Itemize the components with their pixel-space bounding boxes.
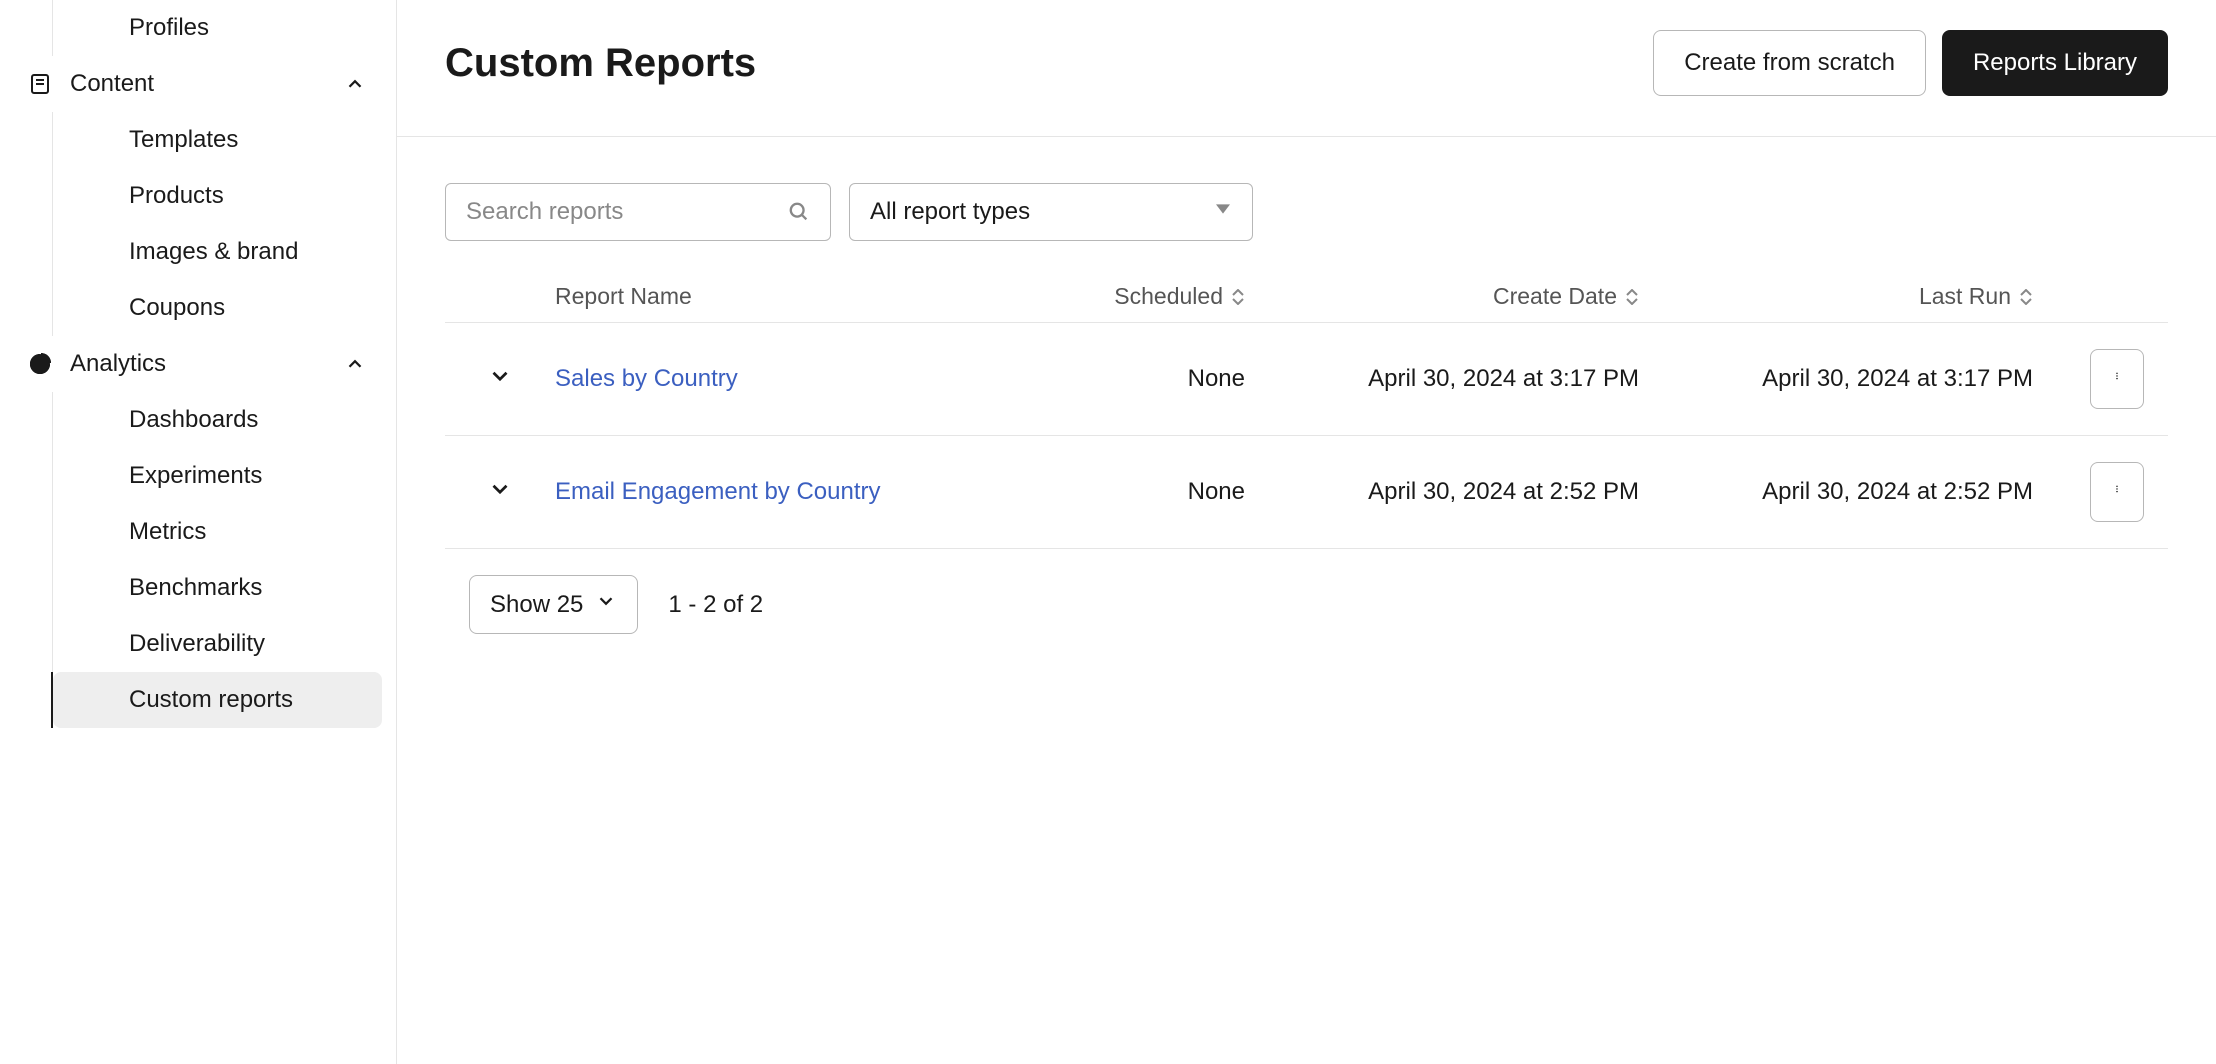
expand-row-toggle[interactable] xyxy=(487,363,513,396)
sort-icon xyxy=(2019,287,2033,307)
cell-create-date: April 30, 2024 at 2:52 PM xyxy=(1245,478,1639,506)
sidebar-item-label: Coupons xyxy=(129,294,225,322)
sidebar: Profiles Content Templates xyxy=(0,0,397,1064)
sidebar-item-label: Custom reports xyxy=(129,686,293,714)
cell-last-run: April 30, 2024 at 2:52 PM xyxy=(1639,478,2033,506)
column-header-last-run[interactable]: Last Run xyxy=(1639,283,2033,310)
select-value: All report types xyxy=(870,198,1030,226)
column-header-create-date[interactable]: Create Date xyxy=(1245,283,1639,310)
cell-scheduled: None xyxy=(1015,478,1245,506)
sidebar-item-products[interactable]: Products xyxy=(53,168,382,224)
sidebar-item-coupons[interactable]: Coupons xyxy=(53,280,382,336)
content-icon xyxy=(28,72,52,96)
header-actions: Create from scratch Reports Library xyxy=(1653,30,2168,96)
sidebar-item-images-brand[interactable]: Images & brand xyxy=(53,224,382,280)
page-header: Custom Reports Create from scratch Repor… xyxy=(397,0,2216,137)
search-input[interactable]: Search reports xyxy=(445,183,831,241)
sidebar-item-deliverability[interactable]: Deliverability xyxy=(53,616,382,672)
report-name-link[interactable]: Email Engagement by Country xyxy=(555,478,881,505)
sort-icon xyxy=(1231,287,1245,307)
sidebar-item-benchmarks[interactable]: Benchmarks xyxy=(53,560,382,616)
page-size-select[interactable]: Show 25 xyxy=(469,575,638,634)
report-type-select[interactable]: All report types xyxy=(849,183,1253,241)
sidebar-section-analytics[interactable]: Analytics xyxy=(12,336,382,392)
analytics-icon xyxy=(28,352,52,376)
sidebar-section-content[interactable]: Content xyxy=(12,56,382,112)
search-placeholder: Search reports xyxy=(466,198,623,226)
sort-icon xyxy=(1625,287,1639,307)
page-size-label: Show 25 xyxy=(490,591,583,619)
sidebar-item-label: Products xyxy=(129,182,224,210)
search-icon xyxy=(788,201,810,223)
sidebar-section-label: Analytics xyxy=(70,350,166,378)
table-row: Email Engagement by Country None April 3… xyxy=(445,436,2168,549)
more-vertical-icon xyxy=(2113,363,2121,396)
sidebar-item-label: Metrics xyxy=(129,518,206,546)
caret-down-icon xyxy=(1216,204,1232,220)
sidebar-item-label: Benchmarks xyxy=(129,574,262,602)
sidebar-item-templates[interactable]: Templates xyxy=(53,112,382,168)
row-actions-button[interactable] xyxy=(2090,462,2144,522)
sidebar-item-label: Experiments xyxy=(129,462,262,490)
cell-last-run: April 30, 2024 at 3:17 PM xyxy=(1639,365,2033,393)
sidebar-item-dashboards[interactable]: Dashboards xyxy=(53,392,382,448)
cell-create-date: April 30, 2024 at 3:17 PM xyxy=(1245,365,1639,393)
column-header-name[interactable]: Report Name xyxy=(555,283,1015,310)
row-actions-button[interactable] xyxy=(2090,349,2144,409)
sidebar-item-label: Profiles xyxy=(129,14,209,42)
sidebar-item-experiments[interactable]: Experiments xyxy=(53,448,382,504)
sidebar-item-metrics[interactable]: Metrics xyxy=(53,504,382,560)
cell-scheduled: None xyxy=(1015,365,1245,393)
reports-table: Report Name Scheduled Create Date xyxy=(445,271,2168,549)
table-row: Sales by Country None April 30, 2024 at … xyxy=(445,323,2168,436)
more-vertical-icon xyxy=(2113,476,2121,509)
sidebar-item-custom-reports[interactable]: Custom reports xyxy=(53,672,382,728)
report-name-link[interactable]: Sales by Country xyxy=(555,365,738,392)
page-title: Custom Reports xyxy=(445,41,756,86)
sidebar-item-label: Images & brand xyxy=(129,238,298,266)
table-footer: Show 25 1 - 2 of 2 xyxy=(445,549,2168,660)
chevron-up-icon xyxy=(344,353,366,375)
chevron-up-icon xyxy=(344,73,366,95)
main-content: Custom Reports Create from scratch Repor… xyxy=(397,0,2216,1064)
reports-library-button[interactable]: Reports Library xyxy=(1942,30,2168,96)
expand-row-toggle[interactable] xyxy=(487,476,513,509)
chevron-down-icon xyxy=(595,590,617,619)
create-from-scratch-button[interactable]: Create from scratch xyxy=(1653,30,1926,96)
column-header-scheduled[interactable]: Scheduled xyxy=(1015,283,1245,310)
filter-row: Search reports All report types xyxy=(445,183,2168,241)
sidebar-item-label: Deliverability xyxy=(129,630,265,658)
sidebar-item-profiles[interactable]: Profiles xyxy=(53,0,382,56)
table-header-row: Report Name Scheduled Create Date xyxy=(445,271,2168,323)
pagination-range: 1 - 2 of 2 xyxy=(668,591,763,619)
sidebar-section-label: Content xyxy=(70,70,154,98)
sidebar-item-label: Dashboards xyxy=(129,406,258,434)
sidebar-item-label: Templates xyxy=(129,126,238,154)
